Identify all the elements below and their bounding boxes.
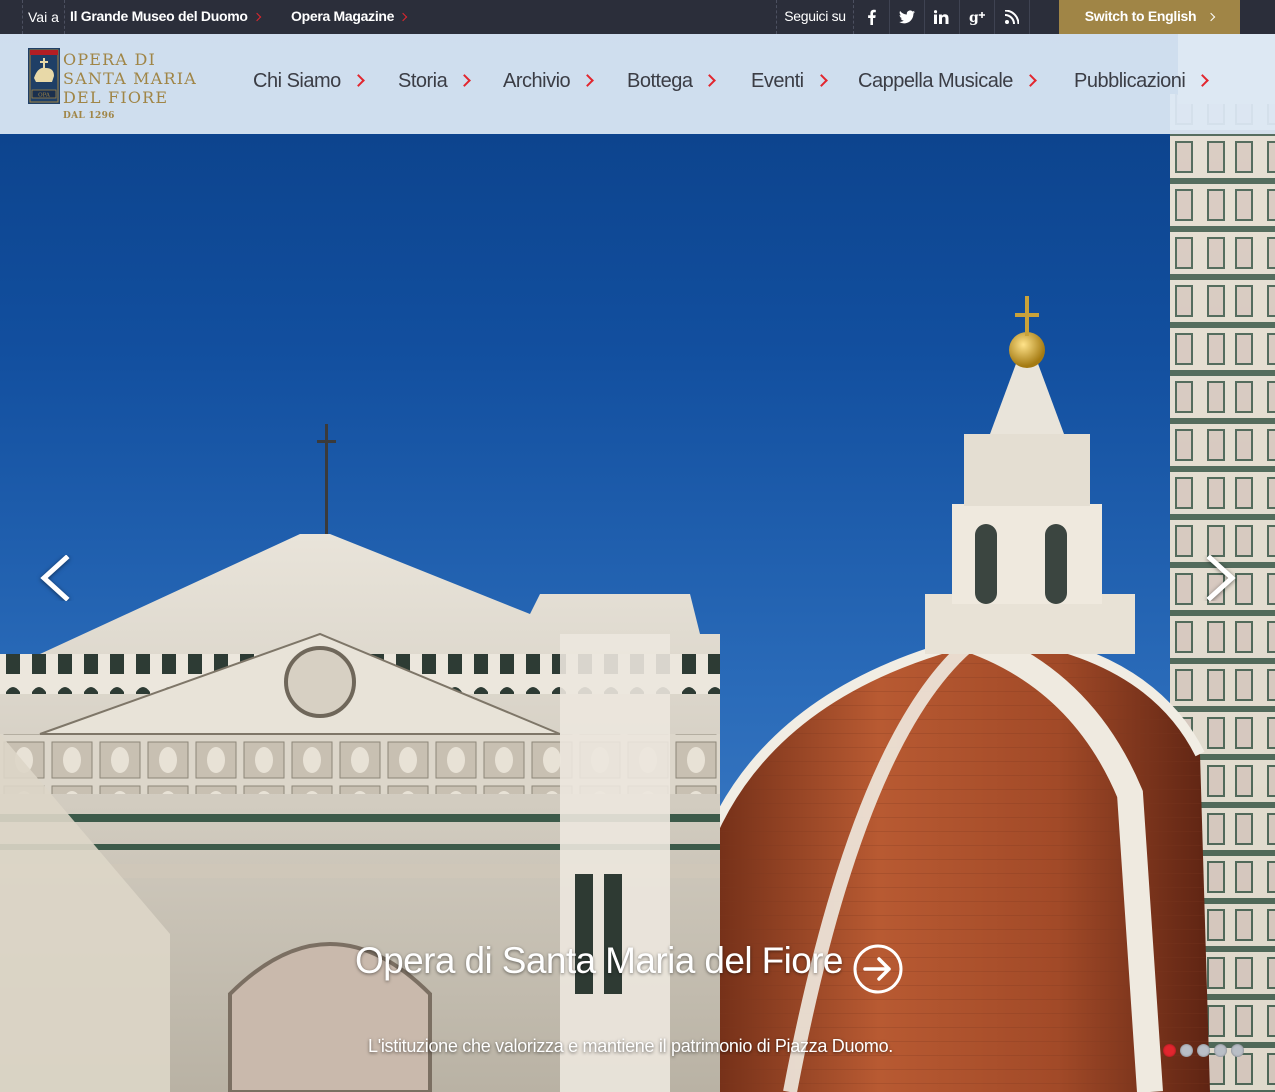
chevron-left-icon (40, 554, 70, 602)
facebook-icon (868, 9, 876, 25)
chevron-right-icon (252, 12, 261, 22)
rss-icon (1005, 10, 1019, 24)
chevron-right-icon (814, 74, 828, 87)
duomo-photo (0, 34, 1275, 1092)
nav-label: Bottega (627, 70, 693, 92)
slider-next-button[interactable] (1200, 554, 1240, 602)
museum-link-label: Il Grande Museo del Duomo (70, 8, 248, 24)
slide-go-button[interactable] (853, 944, 903, 994)
slide-subtitle: L'istituzione che valorizza e mantiene i… (368, 1036, 894, 1056)
opera-crest-icon: OPA (28, 48, 60, 104)
nav-label: Archivio (503, 70, 571, 92)
go-to-label: Vai a (22, 0, 65, 34)
slider-dot[interactable] (1231, 1044, 1244, 1057)
logo-line-3: DEL FIORE (63, 88, 169, 107)
chevron-right-icon (1196, 74, 1210, 87)
switch-language-label: Switch to English (1084, 8, 1197, 24)
shield-text: OPA (38, 93, 51, 99)
chevron-right-icon (1024, 74, 1037, 87)
facebook-button[interactable] (855, 0, 890, 34)
google-plus-icon: g (969, 10, 985, 25)
slider-pagination (1163, 1044, 1244, 1057)
nav-label: Storia (398, 70, 448, 92)
svg-text:g: g (969, 10, 979, 25)
nav-chi-siamo[interactable]: Chi Siamo (253, 70, 365, 96)
slider-prev-button[interactable] (36, 554, 76, 602)
chevron-right-icon (1206, 554, 1236, 602)
rss-button[interactable] (995, 0, 1030, 34)
logo-line-1: OPERA DI (63, 50, 156, 69)
nav-cappella-musicale[interactable]: Cappella Musicale (858, 70, 1037, 96)
chevron-right-icon (1207, 12, 1216, 22)
linkedin-button[interactable] (925, 0, 960, 34)
nav-eventi[interactable]: Eventi (751, 70, 828, 96)
chevron-right-icon (703, 74, 717, 87)
magazine-link-label: Opera Magazine (291, 8, 395, 24)
logo-since: DAL 1296 (63, 111, 115, 121)
nav-label: Pubblicazioni (1074, 70, 1186, 92)
nav-label: Cappella Musicale (858, 70, 1013, 92)
slider-dot[interactable] (1180, 1044, 1193, 1057)
slider-dot[interactable] (1163, 1044, 1176, 1057)
main-header: OPA OPERA DI SANTA MARIA DEL FIORE DAL 1… (0, 34, 1275, 134)
slider-dot[interactable] (1214, 1044, 1227, 1057)
hero-slider (0, 34, 1275, 1092)
arrow-right-circle-icon (853, 944, 903, 994)
site-logo[interactable]: OPA OPERA DI SANTA MARIA DEL FIORE DAL 1… (28, 48, 208, 124)
twitter-icon (899, 10, 915, 24)
slide-caption-link[interactable]: Opera di Santa Maria del Fiore (355, 940, 844, 996)
museum-link[interactable]: Il Grande Museo del Duomo (70, 0, 261, 34)
logo-line-2: SANTA MARIA (63, 69, 198, 88)
nav-bottega[interactable]: Bottega (627, 70, 717, 96)
chevron-right-icon (351, 74, 365, 87)
nav-storia[interactable]: Storia (398, 70, 472, 96)
google-plus-button[interactable]: g (960, 0, 995, 34)
chevron-right-icon (581, 74, 595, 87)
twitter-button[interactable] (890, 0, 925, 34)
top-utility-bar: Vai a Il Grande Museo del Duomo Opera Ma… (0, 0, 1275, 34)
slider-dot[interactable] (1197, 1044, 1210, 1057)
follow-us-label: Seguici su (776, 0, 854, 34)
nav-pubblicazioni[interactable]: Pubblicazioni (1074, 70, 1210, 96)
nav-label: Eventi (751, 70, 804, 92)
linkedin-icon (934, 10, 949, 24)
nav-label: Chi Siamo (253, 70, 341, 92)
nav-archivio[interactable]: Archivio (503, 70, 595, 96)
switch-language-button[interactable]: Switch to English (1059, 0, 1240, 34)
chevron-right-icon (398, 12, 408, 22)
magazine-link[interactable]: Opera Magazine (291, 0, 408, 34)
chevron-right-icon (458, 74, 472, 87)
